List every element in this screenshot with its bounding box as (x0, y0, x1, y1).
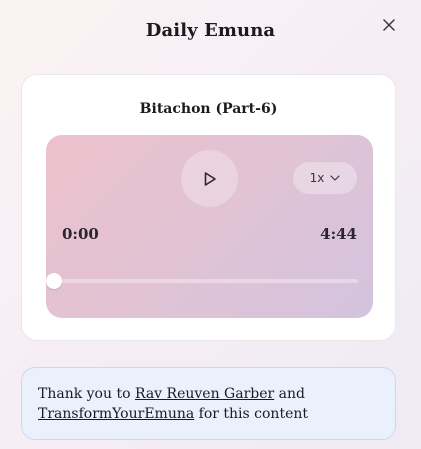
track-title: Bitachon (Part-6) (139, 101, 278, 117)
source-link[interactable]: TransformYourEmuna (38, 406, 194, 422)
playback-speed-button[interactable]: 1x (293, 162, 357, 194)
total-time: 4:44 (320, 225, 357, 243)
progress-thumb[interactable] (46, 273, 62, 289)
author-link[interactable]: Rav Reuven Garber (135, 386, 274, 402)
close-button[interactable] (380, 16, 398, 34)
close-icon (383, 19, 395, 31)
chevron-down-icon (330, 175, 340, 181)
play-icon (204, 171, 216, 186)
credit-notice: Thank you to Rav Reuven Garber and Trans… (21, 367, 396, 440)
current-time: 0:00 (62, 225, 99, 243)
play-button[interactable] (181, 150, 238, 207)
playback-speed-label: 1x (309, 171, 325, 185)
credit-suffix: for this content (198, 406, 309, 422)
audio-card: Bitachon (Part-6) 1x 0:00 4:44 (21, 74, 396, 341)
credit-connector: and (278, 386, 305, 402)
progress-slider[interactable] (46, 273, 358, 289)
modal-title: Daily Emuna (145, 20, 276, 41)
audio-player: 1x 0:00 4:44 (46, 135, 373, 318)
credit-prefix: Thank you to (38, 386, 131, 402)
